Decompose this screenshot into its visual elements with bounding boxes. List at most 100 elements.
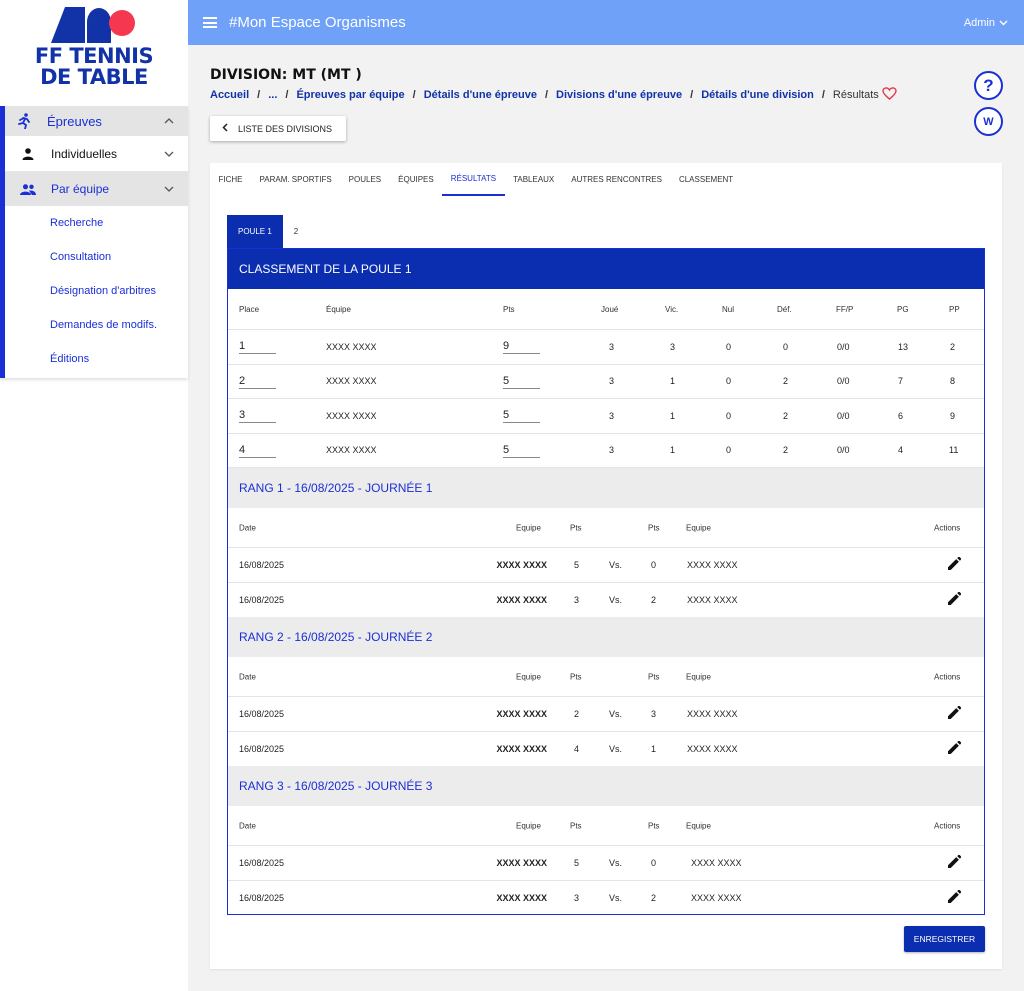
col-pg: PG — [897, 304, 909, 314]
col-pts-home: Pts — [570, 672, 582, 681]
col-equipe-away: Equipe — [686, 672, 711, 681]
pts-input[interactable]: 5 — [503, 409, 540, 423]
list-divisions-button[interactable]: LISTE DES DIVISIONS — [210, 116, 346, 141]
sidebar-item-demandes-modifs[interactable]: Demandes de modifs. — [5, 308, 188, 342]
sidebar-item-editions[interactable]: Éditions — [5, 342, 188, 376]
rang-title: RANG 2 - 16/08/2025 - JOURNÉE 2 — [228, 617, 984, 657]
tab-autres-rencontres[interactable]: AUTRES RENCONTRES — [563, 163, 671, 196]
pts-away-cell: 0 — [651, 559, 657, 570]
breadcrumb-separator: / — [821, 89, 825, 101]
breadcrumb: Accueil / ... / Épreuves par équipe / Détai… — [210, 87, 897, 103]
sidebar: FF TENNIS DE TABLE Épreuves Individuelle… — [0, 0, 188, 991]
help-button[interactable]: ? — [974, 71, 1003, 100]
place-input[interactable]: 2 — [239, 375, 276, 389]
pts-away-cell: 3 — [651, 708, 657, 719]
heart-icon[interactable] — [882, 87, 897, 103]
place-input[interactable]: 4 — [239, 444, 276, 458]
save-button[interactable]: ENREGISTRER — [904, 926, 985, 952]
col-nul: Nul — [722, 304, 735, 314]
logo-line2: DE TABLE — [40, 65, 148, 89]
rang-section: RANG 3 - 16/08/2025 - JOURNÉE 3 Date Equ… — [228, 766, 984, 915]
table-row: 16/08/2025 XXXX XXXX 4 Vs. 1 XXXX XXXX — [228, 732, 984, 767]
pts-away-cell: 2 — [651, 594, 657, 605]
date-cell: 16/08/2025 — [239, 708, 285, 719]
breadcrumb-ellipsis[interactable]: ... — [268, 89, 277, 101]
pts-away-cell: 1 — [651, 743, 657, 754]
sidebar-item-individuelles[interactable]: Individuelles — [5, 136, 188, 172]
tab-param-sportifs[interactable]: PARAM. SPORTIFS — [251, 163, 340, 196]
hamburger-icon[interactable] — [203, 17, 217, 28]
pts-home-cell: 5 — [574, 857, 580, 868]
col-actions: Actions — [934, 523, 961, 532]
joue-cell: 3 — [609, 410, 615, 421]
w-button[interactable]: W — [974, 107, 1003, 136]
chevron-up-icon[interactable] — [164, 115, 174, 127]
pencil-icon[interactable] — [947, 556, 962, 573]
pg-cell: 6 — [898, 410, 904, 421]
breadcrumb-epreuves-equipe[interactable]: Épreuves par équipe — [296, 89, 404, 101]
tab-fiche[interactable]: FICHE — [210, 163, 251, 196]
pencil-icon[interactable] — [947, 705, 962, 722]
poule-panel: CLASSEMENT DE LA POULE 1 Place Équipe Pt… — [227, 248, 985, 915]
tab-resultats[interactable]: RÉSULTATS — [442, 163, 505, 196]
tab-poule-2[interactable]: 2 — [283, 215, 309, 248]
breadcrumb-separator: / — [544, 89, 549, 101]
joue-cell: 3 — [609, 445, 615, 456]
pencil-icon[interactable] — [947, 740, 962, 757]
table-row: 16/08/2025 XXXX XXXX 5 Vs. 0 XXXX XXXX — [228, 548, 984, 583]
chevron-down-icon[interactable] — [164, 183, 174, 195]
tab-bar: FICHE PARAM. SPORTIFS POULES ÉQUIPES RÉS… — [210, 163, 1002, 196]
breadcrumb-details-division[interactable]: Détails d'une division — [701, 89, 814, 101]
vic-cell: 1 — [670, 376, 676, 387]
table-header: Date Equipe Pts Pts Equipe Actions — [228, 508, 984, 548]
tab-poules[interactable]: POULES — [340, 163, 389, 196]
user-name: Admin — [963, 16, 995, 29]
equipe-away-cell: XXXX XXXX — [687, 594, 738, 605]
breadcrumb-accueil[interactable]: Accueil — [210, 89, 249, 101]
tab-poule-1[interactable]: POULE 1 — [227, 215, 283, 248]
vs-label: Vs. — [609, 892, 623, 903]
col-equipe-away: Equipe — [686, 523, 711, 532]
sidebar-item-consultation[interactable]: Consultation — [5, 240, 188, 274]
ffp-cell: 0/0 — [837, 376, 850, 387]
vs-label: Vs. — [609, 559, 623, 570]
place-input[interactable]: 1 — [239, 340, 276, 354]
user-menu[interactable]: Admin — [964, 17, 1008, 29]
sidebar-item-designation-arbitres[interactable]: Désignation d'arbitres — [5, 274, 188, 308]
chevron-down-icon[interactable] — [164, 148, 174, 160]
col-actions: Actions — [934, 821, 961, 830]
vs-label: Vs. — [609, 857, 623, 868]
table-row: 16/08/2025 XXXX XXXX 5 Vs. 0 XXXX XXXX — [228, 846, 984, 881]
place-input[interactable]: 3 — [239, 409, 276, 423]
pencil-icon[interactable] — [947, 854, 962, 871]
col-pts-home: Pts — [570, 821, 582, 830]
table-row: 1 XXXX XXXX 9 3 3 0 0 0/0 13 2 — [228, 330, 984, 365]
pencil-icon[interactable] — [947, 889, 962, 906]
table-row: 16/08/2025 XXXX XXXX 3 Vs. 2 XXXX XXXX — [228, 583, 984, 618]
pts-input[interactable]: 5 — [503, 444, 540, 458]
vic-cell: 1 — [670, 445, 676, 456]
breadcrumb-details-epreuve[interactable]: Détails d'une épreuve — [424, 89, 537, 101]
tab-classement[interactable]: CLASSEMENT — [670, 163, 741, 196]
match-table: Date Equipe Pts Pts Equipe Actions 16/08… — [228, 508, 984, 617]
sidebar-item-par-equipe[interactable]: Par équipe — [5, 172, 188, 206]
nul-cell: 0 — [726, 376, 732, 387]
pts-input[interactable]: 5 — [503, 375, 540, 389]
chevron-left-icon — [222, 123, 228, 134]
tab-equipes[interactable]: ÉQUIPES — [390, 163, 443, 196]
sidebar-item-recherche[interactable]: Recherche — [5, 206, 188, 240]
pts-home-cell: 3 — [574, 892, 580, 903]
pencil-icon[interactable] — [947, 591, 962, 608]
breadcrumb-divisions-epreuve[interactable]: Divisions d'une épreuve — [556, 89, 682, 101]
classement-table: Place Équipe Pts Joué Vic. Nul Déf. FF/P… — [228, 289, 984, 468]
rang-title: RANG 3 - 16/08/2025 - JOURNÉE 3 — [228, 766, 984, 806]
pts-input[interactable]: 9 — [503, 340, 540, 354]
logo[interactable]: FF TENNIS DE TABLE — [0, 0, 188, 106]
col-date: Date — [239, 523, 256, 532]
app-title: #Mon Espace Organismes — [229, 14, 406, 31]
col-equipe-home: Equipe — [516, 821, 541, 830]
sidebar-item-epreuves[interactable]: Épreuves — [5, 106, 188, 136]
tab-tableaux[interactable]: TABLEAUX — [505, 163, 563, 196]
breadcrumb-current: Résultats — [832, 89, 879, 101]
col-joue: Joué — [601, 304, 619, 314]
